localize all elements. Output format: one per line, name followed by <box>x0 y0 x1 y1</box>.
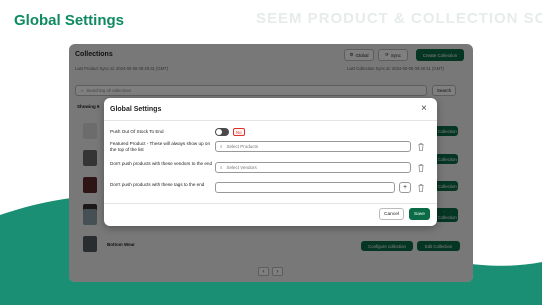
toggle-status-badge: No <box>233 128 245 136</box>
add-tag-button[interactable]: + <box>399 182 411 193</box>
watermark-text: SEEM PRODUCT & COLLECTION SORT <box>256 10 542 27</box>
close-icon[interactable]: × <box>421 104 427 114</box>
search-icon: ⌕ <box>220 165 223 170</box>
featured-product-label: Featured Product - These will always sho… <box>110 141 211 152</box>
push-out-of-stock-label: Push Out Of Stock To End <box>110 129 164 134</box>
cancel-button[interactable]: Cancel <box>379 208 404 220</box>
search-icon: ⌕ <box>220 144 223 149</box>
trash-icon[interactable] <box>417 142 425 151</box>
select-vendors-placeholder: Select Vendors <box>226 165 257 170</box>
vendors-label: Don't push products with these vendors t… <box>110 161 213 166</box>
tags-label: Don't push products with these tags to t… <box>110 182 205 187</box>
toggle-knob <box>216 129 222 135</box>
save-button[interactable]: Save <box>409 208 430 220</box>
modal-header-divider <box>104 120 437 121</box>
modal-footer-divider <box>104 203 437 204</box>
modal-title: Global Settings <box>110 106 162 113</box>
select-products-placeholder: Select Products <box>226 144 259 149</box>
page-heading: Global Settings <box>14 12 125 29</box>
select-vendors-field[interactable]: ⌕ Select Vendors <box>215 162 411 173</box>
trash-icon[interactable] <box>417 163 425 172</box>
global-settings-modal: Global Settings × Push Out Of Stock To E… <box>104 98 437 226</box>
tags-input[interactable] <box>215 182 395 193</box>
select-products-field[interactable]: ⌕ Select Products <box>215 141 411 152</box>
trash-icon[interactable] <box>417 183 425 192</box>
push-out-of-stock-toggle[interactable] <box>215 128 229 136</box>
